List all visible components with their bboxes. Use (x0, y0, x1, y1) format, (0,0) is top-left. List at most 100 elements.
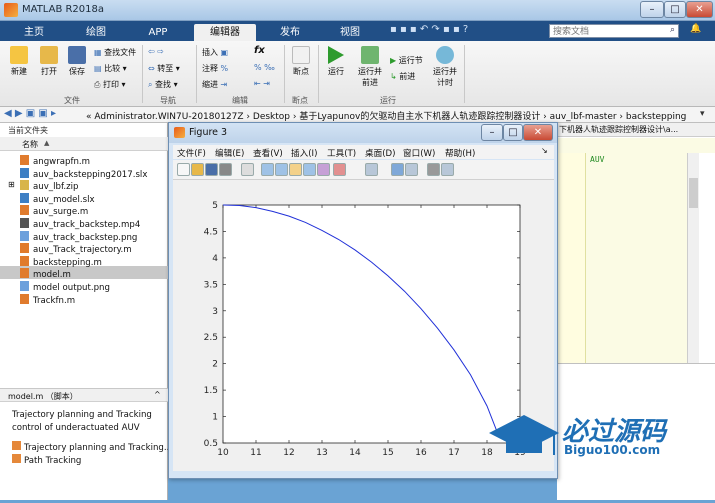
colorbar-icon[interactable] (391, 163, 404, 176)
brush-icon[interactable] (333, 163, 346, 176)
figure-menu-item[interactable]: 插入(I) (291, 147, 317, 159)
editor-gutter (557, 153, 585, 363)
slx-file-icon (20, 167, 29, 178)
editor-code-area[interactable]: AUV (585, 153, 687, 363)
x-tick-label: 11 (250, 448, 261, 458)
details-collapse-icon[interactable]: ^ (154, 390, 161, 399)
maximize-button[interactable]: □ (664, 1, 686, 18)
figure-logo-icon (174, 127, 185, 138)
advance-button[interactable]: ↳ 前进 (390, 71, 415, 82)
compare-button[interactable]: ▤ 比较 ▾ (94, 63, 127, 74)
comment-tools-icon[interactable]: % ‰ (254, 63, 275, 72)
details-item[interactable]: Path Tracking (12, 454, 81, 466)
print-button[interactable]: ⎙ 打印 ▾ (94, 79, 126, 90)
figure-maximize-button[interactable]: □ (503, 124, 523, 141)
pointer-icon[interactable] (241, 163, 254, 176)
details-item[interactable]: Trajectory planning and Tracking... (12, 441, 172, 453)
tab-plots[interactable]: 绘图 (72, 24, 120, 41)
file-item[interactable]: auv_Track_trajectory.m (20, 243, 132, 255)
notifications-icon[interactable]: 🔔 (690, 24, 710, 38)
editor-tab-title[interactable]: 下机器人轨迹跟踪控制器设计\a... (557, 123, 715, 137)
minimize-button[interactable]: – (640, 1, 664, 18)
file-item[interactable]: auv_backstepping2017.slx (20, 167, 147, 180)
quick-access-toolbar[interactable]: ▪ ▪ ▪ ↶ ↷ ▪ ▪ ? (390, 24, 540, 39)
file-item[interactable]: auv_lbf.zip (20, 180, 78, 192)
expand-icon[interactable]: ⊞ (8, 180, 15, 189)
address-dropdown-icon[interactable]: ▾ (700, 109, 705, 119)
figure-menu-item[interactable]: 查看(V) (253, 147, 283, 159)
link-icon[interactable] (365, 163, 378, 176)
figure-close-button[interactable]: ✕ (523, 124, 553, 141)
run-and-time-button[interactable]: 运行并 计时 (430, 46, 460, 88)
save-button[interactable]: 保存 (62, 46, 92, 77)
file-item[interactable]: angwrapfn.m (20, 155, 90, 167)
zoom-out-icon[interactable] (275, 163, 288, 176)
file-item[interactable]: auv_surge.m (20, 205, 88, 217)
file-item[interactable]: backstepping.m (20, 255, 102, 268)
insert-button[interactable]: 插入 ▣ (202, 47, 228, 58)
scroll-thumb[interactable] (689, 178, 698, 208)
run-button[interactable]: 运行 (322, 46, 350, 77)
figure-menu-item[interactable]: 工具(T) (327, 147, 356, 159)
figure-menu-item[interactable]: 桌面(D) (365, 147, 396, 159)
editor-panel[interactable]: 下机器人轨迹跟踪控制器设计\a... AUV (557, 123, 715, 363)
print-icon[interactable] (219, 163, 232, 176)
open-icon[interactable] (191, 163, 204, 176)
run-section-button[interactable]: ▶ 运行节 (390, 55, 423, 66)
file-item[interactable]: auv_track_backstep.mp4 (20, 218, 140, 230)
run-and-advance-button[interactable]: 运行并 前进 (354, 46, 386, 88)
file-name: backstepping.m (33, 257, 102, 268)
file-item[interactable]: auv_track_backstep.png (20, 230, 137, 243)
tab-publish[interactable]: 发布 (266, 24, 314, 41)
window-title: MATLAB R2018a (22, 4, 105, 15)
save-icon[interactable] (205, 163, 218, 176)
figure-menu-item[interactable]: 窗口(W) (403, 147, 435, 159)
details-title: model.m （脚本） (8, 392, 78, 401)
figure-menu-item[interactable]: 编辑(E) (215, 147, 244, 159)
goto-button[interactable]: ⇔ 转至 ▾ (148, 63, 180, 74)
file-item[interactable]: Trackfn.m (20, 293, 75, 306)
file-name: auv_surge.m (33, 207, 89, 218)
tab-home[interactable]: 主页 (10, 24, 58, 41)
tab-editor[interactable]: 编辑器 (194, 24, 256, 41)
tab-apps[interactable]: APP (134, 24, 182, 41)
name-column-header[interactable]: 名称 (22, 139, 38, 150)
search-input[interactable] (549, 24, 679, 38)
data-cursor-icon[interactable] (317, 163, 330, 176)
save-icon (68, 46, 86, 64)
pan-icon[interactable] (289, 163, 302, 176)
new-figure-icon[interactable] (177, 163, 190, 176)
x-tick-label: 17 (448, 448, 459, 458)
find-files-button[interactable]: ▦ 查找文件 (94, 47, 136, 58)
editor-scrollbar[interactable] (687, 153, 699, 363)
indent-tools-icon[interactable]: ⇤ ⇥ (254, 79, 270, 88)
breakpoints-button[interactable]: 断点 (288, 46, 314, 77)
new-button[interactable]: 新建 (4, 46, 34, 77)
find-button[interactable]: ⌕ 查找 ▾ (148, 79, 178, 90)
address-path[interactable]: « Administrator.WIN7U-20180127Z › Deskto… (86, 109, 686, 122)
tab-view[interactable]: 视图 (326, 24, 374, 41)
comment-button[interactable]: 注释 % (202, 63, 228, 74)
legend-icon[interactable] (405, 163, 418, 176)
nav-arrows-icon[interactable]: ◀ ▶ ▣ ▣ ▸ (4, 108, 56, 119)
figure-minimize-button[interactable]: – (481, 124, 503, 141)
show-tools-icon[interactable] (441, 163, 454, 176)
fx-button[interactable]: fx (254, 45, 265, 56)
rotate-icon[interactable] (303, 163, 316, 176)
file-item[interactable]: model output.png (20, 281, 110, 293)
close-button[interactable]: ✕ (686, 1, 713, 18)
x-tick-label: 12 (283, 448, 294, 458)
dock-icon[interactable]: ↘ (541, 146, 548, 155)
file-item[interactable]: auv_model.slx (20, 192, 95, 205)
m-file-icon (20, 293, 29, 304)
hide-tools-icon[interactable] (427, 163, 440, 176)
figure-menu-item[interactable]: 帮助(H) (445, 147, 475, 159)
zoom-in-icon[interactable] (261, 163, 274, 176)
title-bar: MATLAB R2018a – □ ✕ (0, 0, 715, 21)
search-icon[interactable]: ⌕ (670, 25, 675, 35)
open-button[interactable]: 打开 (34, 46, 64, 77)
file-item[interactable]: model.m (20, 268, 71, 280)
figure-menu-item[interactable]: 文件(F) (177, 147, 206, 159)
comment-arrows-icon[interactable]: ⇦ ⇨ (148, 47, 164, 56)
indent-button[interactable]: 缩进 ⇥ (202, 79, 227, 90)
